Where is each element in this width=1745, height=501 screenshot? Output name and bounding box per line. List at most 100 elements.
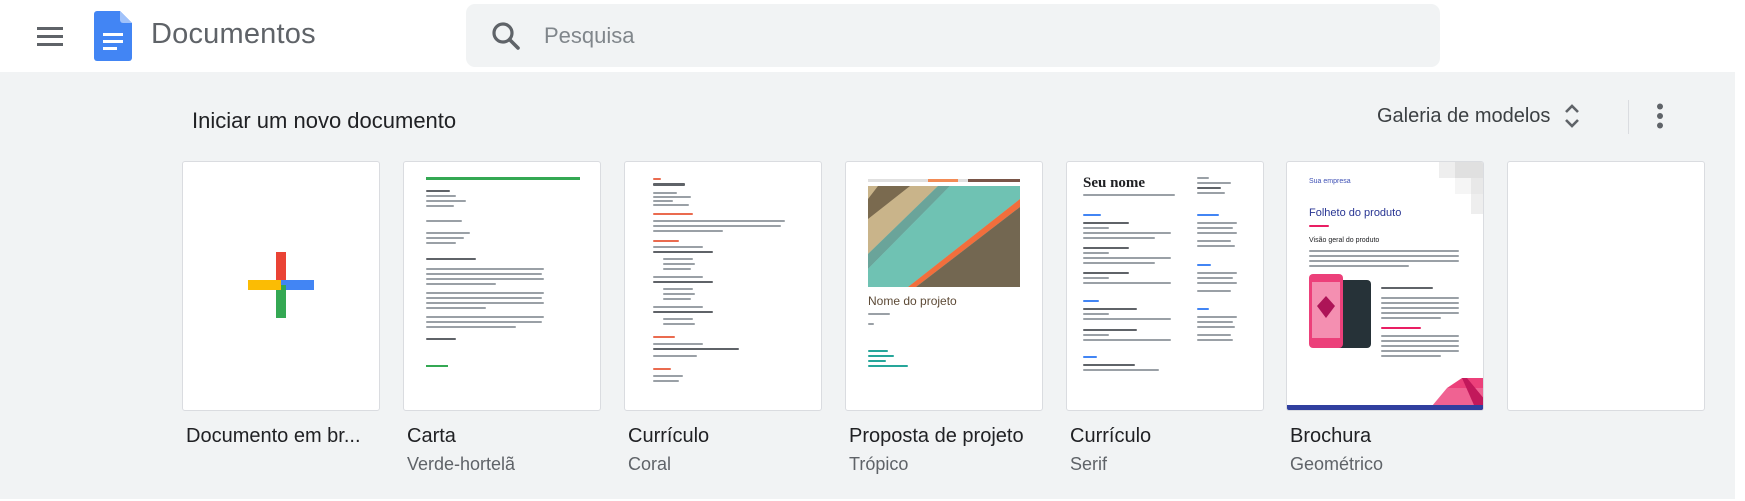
thumbnail-line [653, 336, 675, 338]
template-letter-mint[interactable]: Carta Verde-hortelã [403, 161, 601, 475]
thumbnail-line [1083, 364, 1135, 366]
thumbnail-line [868, 360, 886, 362]
thumbnail-line [426, 302, 544, 304]
template-blank-document[interactable]: Documento em br... [182, 161, 380, 448]
thumbnail-brochure-heading: Visão geral do produto [1309, 237, 1380, 244]
template-thumbnail[interactable]: Seu nome [1066, 161, 1264, 411]
geometric-cover-image [868, 179, 1020, 287]
thumbnail-line [426, 307, 486, 309]
template-subtitle: Coral [628, 454, 672, 474]
thumbnail-line [1197, 214, 1219, 216]
thumbnail-line [426, 220, 462, 222]
thumbnail-name-title: Seu nome [1083, 175, 1146, 191]
thumbnail-line [653, 368, 671, 370]
section-title: Iniciar um novo documento [192, 108, 457, 133]
thumbnail-line [1197, 282, 1237, 284]
thumbnail-line [1381, 345, 1459, 347]
thumbnail-line [1309, 225, 1329, 227]
thumbnail-line [1083, 308, 1137, 310]
thumbnail-line [653, 251, 713, 253]
template-project-proposal[interactable]: Nome do projeto Proposta de projeto Tróp… [845, 161, 1043, 475]
template-thumbnail[interactable] [624, 161, 822, 411]
thumbnail-line [653, 343, 703, 345]
thumbnail-line [1197, 264, 1211, 266]
thumbnail-line [663, 298, 691, 300]
thumbnail-line [663, 293, 695, 295]
template-resume-coral[interactable]: Currículo Coral [624, 161, 822, 475]
template-thumbnail[interactable] [403, 161, 601, 411]
thumbnail-line [1197, 290, 1231, 292]
thumbnail-line [1381, 302, 1459, 304]
template-gallery-button[interactable]: Galeria de modelos [1377, 94, 1580, 138]
template-subtitle: Verde-hortelã [407, 454, 516, 474]
thumbnail-line [1197, 232, 1237, 234]
thumbnail-line [653, 380, 679, 382]
thumbnail-line [1197, 334, 1231, 336]
thumbnail-line [653, 204, 689, 206]
thumbnail-line [1197, 222, 1237, 224]
thumbnail-line [1197, 240, 1231, 242]
search-icon[interactable] [490, 20, 522, 52]
thumbnail-signature [426, 365, 448, 367]
search-input[interactable] [544, 14, 1404, 57]
thumbnail-line [1083, 227, 1109, 229]
app-header: Documentos [0, 0, 1745, 72]
toolbar-divider [1628, 100, 1629, 134]
thumbnail-line [653, 281, 713, 283]
thumbnail-line [426, 258, 476, 260]
thumbnail-project-title: Nome do projeto [868, 294, 957, 308]
template-thumbnail[interactable]: Nome do projeto [845, 161, 1043, 411]
thumbnail-line [1197, 177, 1209, 179]
template-subtitle: Geométrico [1290, 454, 1384, 474]
thumbnail-line [1197, 187, 1221, 189]
template-partial[interactable] [1507, 161, 1705, 411]
thumbnail-line [653, 240, 679, 242]
thumbnail-line [1083, 237, 1155, 239]
thumbnail-line [1083, 194, 1175, 196]
search-bar[interactable] [466, 4, 1440, 67]
thumbnail-line [653, 276, 703, 278]
google-plus-icon [248, 252, 314, 318]
thumbnail-line [1197, 182, 1231, 184]
thumbnail-line [426, 326, 516, 328]
thumbnail-line [426, 268, 544, 270]
thumbnail-line [426, 273, 542, 275]
template-name: Carta [407, 425, 456, 447]
thumbnail-line [426, 338, 456, 340]
thumbnail-line [1083, 369, 1159, 371]
thumbnail-line [653, 200, 673, 202]
thumbnail-line [663, 318, 693, 320]
thumbnail-line [426, 278, 544, 280]
thumbnail-line [1381, 355, 1441, 357]
thumbnail-line [868, 323, 874, 325]
thumbnail-line [1309, 250, 1459, 252]
template-thumbnail[interactable] [1507, 161, 1705, 411]
geometric-corner-pattern [1439, 162, 1483, 214]
thumbnail-line [1197, 326, 1235, 328]
thumbnail-line [868, 355, 894, 357]
thumbnail-line [1083, 222, 1129, 224]
thumbnail-line [868, 365, 908, 367]
thumbnail-line [1381, 287, 1433, 289]
thumbnail-line [1083, 282, 1171, 284]
thumbnail-line [653, 183, 685, 186]
thumbnail-line [1083, 272, 1129, 274]
thumbnail-line [426, 242, 456, 244]
thumbnail-line [426, 297, 542, 299]
thumbnail-line [653, 230, 723, 232]
more-options-button[interactable] [1638, 94, 1682, 138]
template-thumbnail[interactable]: Sua empresa Folheto do produto Visão ger… [1286, 161, 1484, 411]
thumbnail-line [1197, 227, 1233, 229]
template-gallery-section: Iniciar um novo documento Galeria de mod… [0, 72, 1735, 499]
thumbnail-line [653, 196, 691, 198]
thumbnail-line [1083, 329, 1137, 331]
template-thumbnail[interactable] [182, 161, 380, 411]
thumbnail-line [426, 195, 456, 197]
app-title[interactable]: Documentos [151, 18, 316, 51]
template-resume-serif[interactable]: Seu nome Currículo Serif [1066, 161, 1264, 475]
template-brochure-geometric[interactable]: Sua empresa Folheto do produto Visão ger… [1286, 161, 1484, 475]
docs-logo-icon[interactable] [94, 11, 132, 61]
thumbnail-line [426, 205, 454, 207]
main-menu-button[interactable] [28, 14, 72, 58]
thumbnail-line [426, 237, 464, 239]
